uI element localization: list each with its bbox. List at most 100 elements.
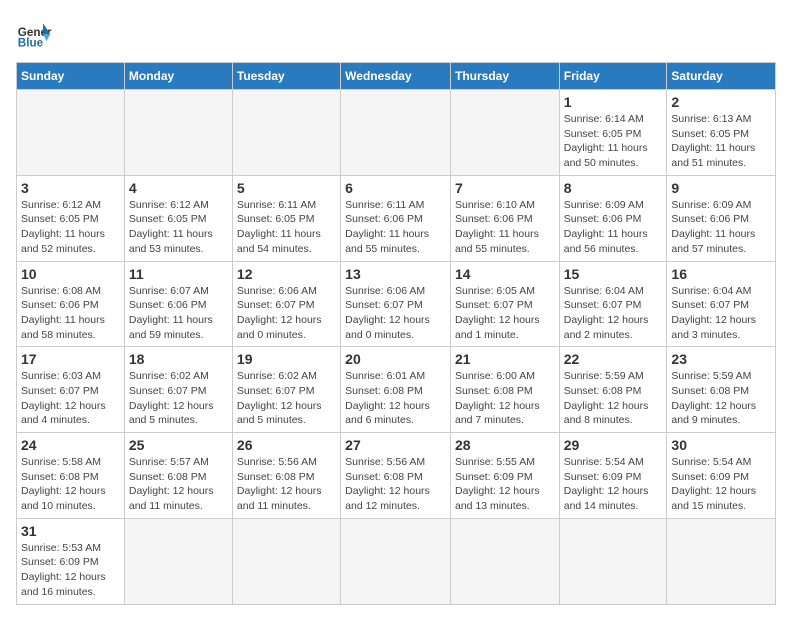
day-info: Sunrise: 6:03 AM Sunset: 6:07 PM Dayligh… [21, 369, 120, 428]
weekday-header-row: SundayMondayTuesdayWednesdayThursdayFrid… [17, 63, 776, 90]
weekday-header-tuesday: Tuesday [232, 63, 340, 90]
calendar-cell-4-3: 27Sunrise: 5:56 AM Sunset: 6:08 PM Dayli… [341, 433, 451, 519]
day-info: Sunrise: 5:56 AM Sunset: 6:08 PM Dayligh… [237, 455, 336, 514]
calendar-cell-0-4 [450, 90, 559, 176]
day-info: Sunrise: 6:09 AM Sunset: 6:06 PM Dayligh… [671, 198, 771, 257]
day-info: Sunrise: 6:05 AM Sunset: 6:07 PM Dayligh… [455, 284, 555, 343]
calendar-cell-5-5 [559, 518, 667, 604]
week-row-3: 17 Sunrise: 6:03 AM Sunset: 6:07 PM Dayli… [17, 347, 776, 433]
week-row-0: 1Sunrise: 6:14 AM Sunset: 6:05 PM Daylig… [17, 90, 776, 176]
day-number: 26 [237, 437, 336, 453]
day-number: 30 [671, 437, 771, 453]
day-number: 13 [345, 266, 446, 282]
day-info: Sunrise: 6:09 AM Sunset: 6:06 PM Dayligh… [564, 198, 663, 257]
calendar-cell-0-5: 1Sunrise: 6:14 AM Sunset: 6:05 PM Daylig… [559, 90, 667, 176]
logo: General Blue [16, 16, 52, 52]
day-info: Sunrise: 6:01 AM Sunset: 6:08 PM Dayligh… [345, 369, 446, 428]
day-info: Sunrise: 6:08 AM Sunset: 6:06 PM Dayligh… [21, 284, 120, 343]
day-number: 10 [21, 266, 120, 282]
day-number: 17 [21, 351, 120, 367]
day-number: 23 [671, 351, 771, 367]
day-number: 24 [21, 437, 120, 453]
day-number: 11 [129, 266, 228, 282]
calendar-cell-0-3 [341, 90, 451, 176]
day-info: Sunrise: 6:11 AM Sunset: 6:06 PM Dayligh… [345, 198, 446, 257]
logo-icon: General Blue [16, 16, 52, 52]
calendar-cell-2-3: 13 Sunrise: 6:06 AM Sunset: 6:07 PM Dayli… [341, 261, 451, 347]
calendar-cell-3-3: 20 Sunrise: 6:01 AM Sunset: 6:08 PM Dayli… [341, 347, 451, 433]
day-number: 20 [345, 351, 446, 367]
day-number: 25 [129, 437, 228, 453]
day-info: Sunrise: 6:02 AM Sunset: 6:07 PM Dayligh… [129, 369, 228, 428]
day-info: Sunrise: 6:04 AM Sunset: 6:07 PM Dayligh… [564, 284, 663, 343]
calendar-cell-3-1: 18 Sunrise: 6:02 AM Sunset: 6:07 PM Dayli… [124, 347, 232, 433]
day-info: Sunrise: 5:55 AM Sunset: 6:09 PM Dayligh… [455, 455, 555, 514]
day-number: 8 [564, 180, 663, 196]
week-row-1: 3 Sunrise: 6:12 AM Sunset: 6:05 PM Daylig… [17, 175, 776, 261]
calendar-cell-4-4: 28Sunrise: 5:55 AM Sunset: 6:09 PM Dayli… [450, 433, 559, 519]
week-row-2: 10 Sunrise: 6:08 AM Sunset: 6:06 PM Dayli… [17, 261, 776, 347]
day-info: Sunrise: 6:12 AM Sunset: 6:05 PM Dayligh… [21, 198, 120, 257]
day-number: 21 [455, 351, 555, 367]
day-number: 27 [345, 437, 446, 453]
day-info: Sunrise: 5:59 AM Sunset: 6:08 PM Dayligh… [671, 369, 771, 428]
weekday-header-monday: Monday [124, 63, 232, 90]
day-info: Sunrise: 5:54 AM Sunset: 6:09 PM Dayligh… [564, 455, 663, 514]
calendar-cell-1-3: 6 Sunrise: 6:11 AM Sunset: 6:06 PM Daylig… [341, 175, 451, 261]
day-number: 12 [237, 266, 336, 282]
week-row-5: 31Sunrise: 5:53 AM Sunset: 6:09 PM Dayli… [17, 518, 776, 604]
day-number: 31 [21, 523, 120, 539]
calendar-cell-2-6: 16 Sunrise: 6:04 AM Sunset: 6:07 PM Dayli… [667, 261, 776, 347]
calendar-cell-4-5: 29Sunrise: 5:54 AM Sunset: 6:09 PM Dayli… [559, 433, 667, 519]
day-info: Sunrise: 6:02 AM Sunset: 6:07 PM Dayligh… [237, 369, 336, 428]
calendar-cell-2-5: 15 Sunrise: 6:04 AM Sunset: 6:07 PM Dayli… [559, 261, 667, 347]
calendar-cell-1-0: 3 Sunrise: 6:12 AM Sunset: 6:05 PM Daylig… [17, 175, 125, 261]
calendar-cell-3-6: 23 Sunrise: 5:59 AM Sunset: 6:08 PM Dayli… [667, 347, 776, 433]
day-info: Sunrise: 6:10 AM Sunset: 6:06 PM Dayligh… [455, 198, 555, 257]
day-number: 9 [671, 180, 771, 196]
day-number: 2 [671, 94, 771, 110]
header: General Blue [16, 16, 776, 52]
calendar-cell-4-0: 24 Sunrise: 5:58 AM Sunset: 6:08 PM Dayli… [17, 433, 125, 519]
calendar-cell-1-2: 5Sunrise: 6:11 AM Sunset: 6:05 PM Daylig… [232, 175, 340, 261]
day-number: 3 [21, 180, 120, 196]
day-info: Sunrise: 6:13 AM Sunset: 6:05 PM Dayligh… [671, 112, 771, 171]
calendar-cell-2-4: 14 Sunrise: 6:05 AM Sunset: 6:07 PM Dayli… [450, 261, 559, 347]
day-number: 16 [671, 266, 771, 282]
calendar-cell-5-0: 31Sunrise: 5:53 AM Sunset: 6:09 PM Dayli… [17, 518, 125, 604]
calendar-cell-5-6 [667, 518, 776, 604]
day-number: 14 [455, 266, 555, 282]
calendar-cell-4-1: 25 Sunrise: 5:57 AM Sunset: 6:08 PM Dayli… [124, 433, 232, 519]
calendar-cell-3-2: 19Sunrise: 6:02 AM Sunset: 6:07 PM Dayli… [232, 347, 340, 433]
day-info: Sunrise: 5:58 AM Sunset: 6:08 PM Dayligh… [21, 455, 120, 514]
calendar-cell-3-0: 17 Sunrise: 6:03 AM Sunset: 6:07 PM Dayli… [17, 347, 125, 433]
calendar: SundayMondayTuesdayWednesdayThursdayFrid… [16, 62, 776, 605]
day-number: 6 [345, 180, 446, 196]
day-info: Sunrise: 5:57 AM Sunset: 6:08 PM Dayligh… [129, 455, 228, 514]
day-number: 18 [129, 351, 228, 367]
calendar-cell-1-6: 9 Sunrise: 6:09 AM Sunset: 6:06 PM Daylig… [667, 175, 776, 261]
day-info: Sunrise: 6:06 AM Sunset: 6:07 PM Dayligh… [345, 284, 446, 343]
calendar-cell-5-2 [232, 518, 340, 604]
weekday-header-thursday: Thursday [450, 63, 559, 90]
weekday-header-friday: Friday [559, 63, 667, 90]
day-number: 4 [129, 180, 228, 196]
weekday-header-wednesday: Wednesday [341, 63, 451, 90]
calendar-cell-1-5: 8 Sunrise: 6:09 AM Sunset: 6:06 PM Daylig… [559, 175, 667, 261]
calendar-cell-0-0 [17, 90, 125, 176]
calendar-cell-5-4 [450, 518, 559, 604]
calendar-cell-2-0: 10 Sunrise: 6:08 AM Sunset: 6:06 PM Dayli… [17, 261, 125, 347]
calendar-cell-3-4: 21 Sunrise: 6:00 AM Sunset: 6:08 PM Dayli… [450, 347, 559, 433]
day-info: Sunrise: 6:14 AM Sunset: 6:05 PM Dayligh… [564, 112, 663, 171]
calendar-cell-4-6: 30 Sunrise: 5:54 AM Sunset: 6:09 PM Dayli… [667, 433, 776, 519]
day-info: Sunrise: 6:00 AM Sunset: 6:08 PM Dayligh… [455, 369, 555, 428]
svg-text:Blue: Blue [18, 37, 44, 50]
calendar-cell-3-5: 22Sunrise: 5:59 AM Sunset: 6:08 PM Dayli… [559, 347, 667, 433]
calendar-cell-1-4: 7Sunrise: 6:10 AM Sunset: 6:06 PM Daylig… [450, 175, 559, 261]
day-info: Sunrise: 6:07 AM Sunset: 6:06 PM Dayligh… [129, 284, 228, 343]
day-number: 22 [564, 351, 663, 367]
day-info: Sunrise: 5:54 AM Sunset: 6:09 PM Dayligh… [671, 455, 771, 514]
calendar-cell-0-6: 2 Sunrise: 6:13 AM Sunset: 6:05 PM Daylig… [667, 90, 776, 176]
day-number: 15 [564, 266, 663, 282]
day-info: Sunrise: 6:04 AM Sunset: 6:07 PM Dayligh… [671, 284, 771, 343]
